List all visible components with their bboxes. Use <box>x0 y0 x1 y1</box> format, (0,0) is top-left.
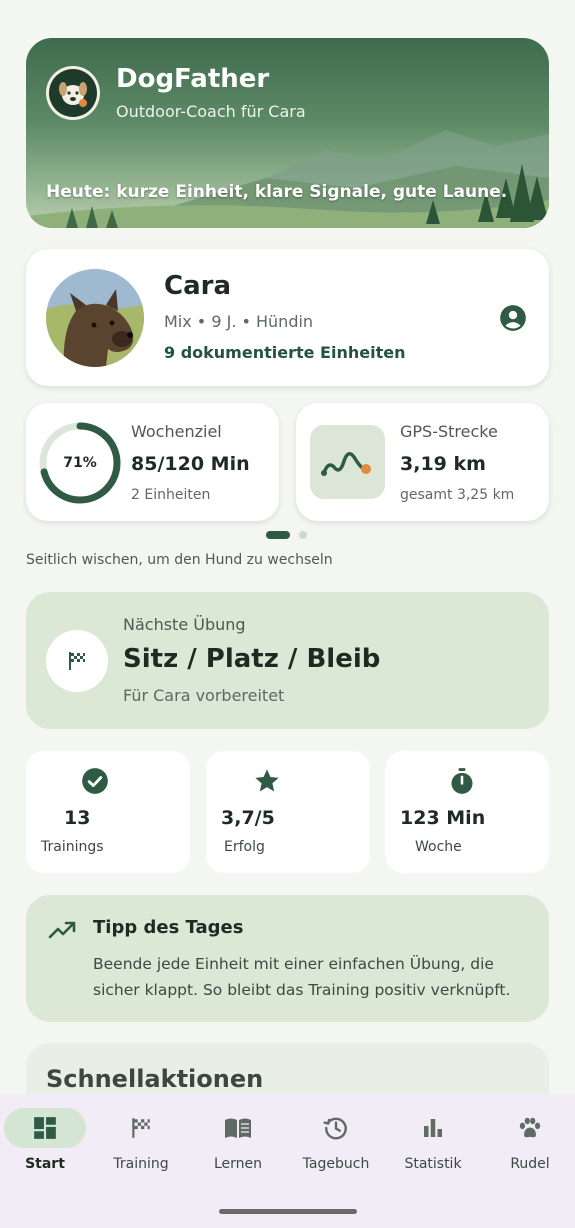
gps-total-distance: gesamt 3,25 km <box>400 487 515 503</box>
star-icon <box>206 767 370 795</box>
nav-item-start[interactable]: Start <box>0 1108 90 1178</box>
system-home-indicator[interactable] <box>219 1209 357 1214</box>
tip-of-the-day-card: Tipp des Tages Beende jede Einheit mit e… <box>26 895 549 1022</box>
paw-icon <box>489 1108 571 1148</box>
stat-value: 13 <box>64 807 91 829</box>
next-exercise-card[interactable]: Nächste Übung Sitz / Platz / Bleib Für C… <box>26 592 549 729</box>
tip-title: Tipp des Tages <box>93 917 244 938</box>
bottom-navigation: Start Training Lernen Tagebuch Statistik… <box>0 1094 575 1228</box>
dog-avatar <box>46 269 144 367</box>
dog-logo-icon <box>49 69 97 117</box>
weekly-goal-percent: 71% <box>63 455 97 471</box>
dog-name: Cara <box>164 271 231 301</box>
account-circle-icon[interactable] <box>499 304 527 332</box>
gps-label: GPS-Strecke <box>400 422 498 441</box>
bar-chart-icon <box>392 1108 474 1148</box>
weekly-goal-card[interactable]: 71% Wochenziel 85/120 Min 2 Einheiten <box>26 403 279 521</box>
stat-week-card[interactable]: 123 Min Woche <box>385 751 549 873</box>
checkered-flag-icon <box>46 630 108 692</box>
daily-motto: Heute: kurze Einheit, klare Signale, gut… <box>46 182 508 202</box>
hero-banner: DogFather Outdoor-Coach für Cara Heute: … <box>26 38 549 228</box>
trending-up-icon <box>48 921 76 939</box>
app-title: DogFather <box>116 64 270 94</box>
book-icon <box>197 1108 279 1148</box>
pager-dot <box>299 531 307 539</box>
nav-label: Start <box>25 1156 65 1172</box>
nav-label: Tagebuch <box>302 1156 370 1172</box>
swipe-hint: Seitlich wischen, um den Hund zu wechsel… <box>26 552 333 568</box>
nav-item-training[interactable]: Training <box>96 1108 186 1178</box>
flag-icon <box>100 1108 182 1148</box>
dog-profile-card[interactable]: Cara Mix • 9 J. • Hündin 9 dokumentierte… <box>26 249 549 386</box>
stat-label: Trainings <box>41 839 104 855</box>
nav-label: Statistik <box>404 1156 462 1172</box>
stat-trainings-card[interactable]: 13 Trainings <box>26 751 190 873</box>
check-circle-icon <box>26 767 190 795</box>
nav-label: Training <box>113 1156 169 1172</box>
gps-distance: 3,19 km <box>400 453 486 475</box>
stat-value: 123 Min <box>400 807 486 829</box>
timer-icon <box>385 767 549 795</box>
quick-actions-title: Schnellaktionen <box>46 1065 264 1093</box>
pager-dot-active <box>266 531 290 539</box>
next-exercise-label: Nächste Übung <box>123 615 246 634</box>
next-exercise-title: Sitz / Platz / Bleib <box>123 644 381 674</box>
weekly-goal-units: 2 Einheiten <box>131 487 211 503</box>
weekly-goal-label: Wochenziel <box>131 422 222 441</box>
tip-text: Beende jede Einheit mit einer einfachen … <box>93 955 511 999</box>
history-icon <box>295 1108 377 1148</box>
stat-label: Woche <box>415 839 462 855</box>
nav-label: Rudel <box>510 1156 550 1172</box>
nav-item-statistik[interactable]: Statistik <box>388 1108 478 1178</box>
app-subtitle: Outdoor-Coach für Cara <box>116 102 306 121</box>
documented-units: 9 dokumentierte Einheiten <box>164 343 406 362</box>
gps-route-card[interactable]: GPS-Strecke 3,19 km gesamt 3,25 km <box>296 403 549 521</box>
pager-indicator <box>266 531 307 539</box>
route-icon <box>310 425 385 499</box>
app-logo <box>46 66 100 120</box>
next-exercise-subtitle: Für Cara vorbereitet <box>123 686 285 705</box>
nav-label: Lernen <box>213 1156 263 1172</box>
dashboard-icon <box>4 1108 86 1148</box>
dog-details: Mix • 9 J. • Hündin <box>164 312 314 331</box>
stat-value: 3,7/5 <box>221 807 275 829</box>
weekly-goal-value: 85/120 Min <box>131 453 250 475</box>
nav-item-lernen[interactable]: Lernen <box>193 1108 283 1178</box>
nav-item-tagebuch[interactable]: Tagebuch <box>291 1108 381 1178</box>
stat-success-card[interactable]: 3,7/5 Erfolg <box>206 751 370 873</box>
nav-item-rudel[interactable]: Rudel <box>485 1108 575 1178</box>
stat-label: Erfolg <box>224 839 265 855</box>
